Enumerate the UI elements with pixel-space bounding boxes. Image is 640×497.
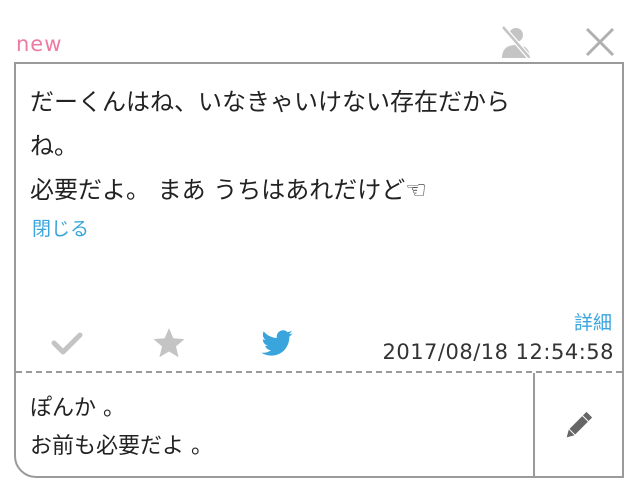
reply-text: ぽんか 。 お前も必要だよ 。	[30, 396, 213, 459]
twitter-icon[interactable]	[260, 326, 294, 360]
post-timestamp: 2017/08/18 12:54:58	[382, 340, 614, 364]
close-icon[interactable]	[582, 24, 618, 60]
post-card: だーくんはね、いなきゃいけない存在だから ね。 必要だよ。 まあ うちはあれだけ…	[14, 62, 624, 478]
star-icon[interactable]	[152, 326, 186, 360]
check-icon[interactable]	[50, 326, 84, 360]
detail-link[interactable]: 詳細	[574, 308, 612, 335]
post-message: だーくんはね、いなきゃいけない存在だから ね。 必要だよ。 まあ うちはあれだけ…	[30, 88, 510, 204]
new-badge: new	[16, 32, 63, 56]
pencil-icon	[566, 411, 593, 438]
collapse-link[interactable]: 閉じる	[32, 214, 89, 241]
edit-reply-button[interactable]	[533, 373, 622, 476]
dashed-divider	[16, 371, 622, 373]
person-off-icon[interactable]	[498, 24, 534, 60]
